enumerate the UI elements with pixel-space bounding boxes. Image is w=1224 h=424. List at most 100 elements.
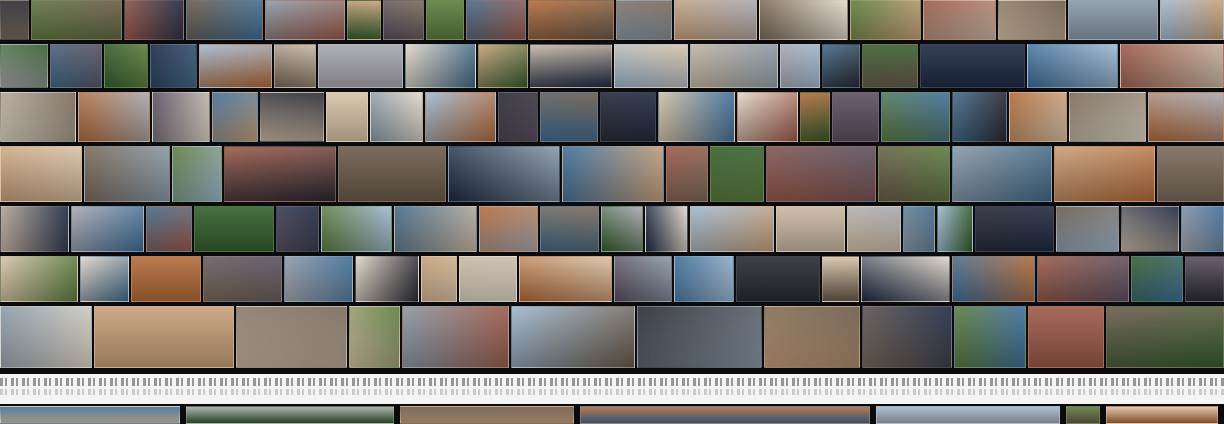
photo-thumbnail: [349, 306, 400, 368]
photo-thumbnail: [186, 0, 263, 40]
photo-thumbnail: [1068, 0, 1158, 40]
photo-thumbnail: [194, 206, 274, 252]
photo-thumbnail: [528, 0, 614, 40]
photo-thumbnail: [355, 256, 419, 302]
image-mosaic: [0, 0, 1224, 424]
photo-thumbnail: [780, 44, 820, 88]
photo-thumbnail: [954, 306, 1026, 368]
photo-thumbnail: [540, 206, 599, 252]
photo-thumbnail: [519, 256, 612, 302]
photo-thumbnail: [876, 406, 1060, 424]
photo-thumbnail: [94, 306, 234, 368]
caption-text-line: [0, 378, 1224, 386]
photo-thumbnail: [937, 206, 973, 252]
photo-thumbnail: [850, 0, 921, 40]
photo-thumbnail: [400, 406, 574, 424]
photo-thumbnail: [78, 92, 150, 142]
photo-thumbnail: [764, 306, 860, 368]
photo-thumbnail: [614, 44, 688, 88]
photo-thumbnail: [402, 306, 509, 368]
photo-thumbnail: [1037, 256, 1129, 302]
photo-thumbnail: [952, 92, 1007, 142]
photo-thumbnail: [479, 206, 538, 252]
photo-thumbnail: [540, 92, 598, 142]
photo-thumbnail: [236, 306, 347, 368]
photo-thumbnail: [1185, 256, 1224, 302]
photo-thumbnail: [152, 92, 210, 142]
photo-thumbnail: [186, 406, 394, 424]
photo-thumbnail: [1157, 146, 1224, 202]
photo-thumbnail: [203, 256, 282, 302]
row-2: [0, 44, 1224, 88]
row-1: [0, 0, 1224, 40]
photo-thumbnail: [1066, 406, 1100, 424]
photo-thumbnail: [1181, 206, 1224, 252]
photo-thumbnail: [776, 206, 845, 252]
photo-thumbnail: [952, 146, 1052, 202]
photo-thumbnail: [1028, 306, 1104, 368]
photo-thumbnail: [759, 0, 848, 40]
photo-thumbnail: [580, 406, 870, 424]
photo-thumbnail: [498, 92, 538, 142]
photo-thumbnail: [265, 0, 345, 40]
photo-thumbnail: [0, 206, 69, 252]
photo-thumbnail: [637, 306, 762, 368]
photo-thumbnail: [690, 44, 778, 88]
photo-thumbnail: [952, 256, 1035, 302]
photo-thumbnail: [370, 92, 423, 142]
photo-thumbnail: [150, 44, 197, 88]
photo-thumbnail: [0, 0, 29, 40]
photo-thumbnail: [614, 256, 672, 302]
photo-thumbnail: [0, 146, 82, 202]
photo-thumbnail: [318, 44, 403, 88]
photo-thumbnail: [274, 44, 316, 88]
photo-thumbnail: [878, 146, 950, 202]
photo-thumbnail: [1148, 92, 1224, 142]
photo-thumbnail: [601, 206, 643, 252]
row-4: [0, 146, 1224, 202]
photo-thumbnail: [31, 0, 122, 40]
photo-thumbnail: [562, 146, 664, 202]
photo-thumbnail: [276, 206, 319, 252]
photo-thumbnail: [80, 256, 129, 302]
photo-thumbnail: [710, 146, 764, 202]
photo-thumbnail: [131, 256, 201, 302]
photo-thumbnail: [383, 0, 424, 40]
photo-thumbnail: [0, 44, 48, 88]
photo-thumbnail: [0, 306, 92, 368]
photo-thumbnail: [645, 206, 688, 252]
photo-thumbnail: [405, 44, 476, 88]
photo-thumbnail: [0, 256, 78, 302]
photo-thumbnail: [284, 256, 353, 302]
photo-thumbnail: [1131, 256, 1183, 302]
caption-strip: [0, 374, 1224, 404]
photo-thumbnail: [737, 92, 798, 142]
row-7: [0, 306, 1224, 368]
photo-thumbnail: [800, 92, 830, 142]
photo-thumbnail: [736, 256, 820, 302]
photo-thumbnail: [338, 146, 446, 202]
photo-thumbnail: [1120, 44, 1224, 88]
photo-thumbnail: [923, 0, 996, 40]
photo-thumbnail: [822, 44, 860, 88]
photo-thumbnail: [425, 92, 496, 142]
bottom-thumbnail-row: [0, 406, 1224, 424]
photo-thumbnail: [260, 92, 324, 142]
photo-thumbnail: [1106, 306, 1224, 368]
photo-thumbnail: [690, 206, 774, 252]
photo-thumbnail: [478, 44, 528, 88]
photo-thumbnail: [674, 0, 757, 40]
photo-thumbnail: [1054, 146, 1155, 202]
photo-thumbnail: [172, 146, 222, 202]
photo-thumbnail: [666, 146, 708, 202]
caption-text-line: [0, 389, 1224, 395]
photo-thumbnail: [822, 256, 859, 302]
photo-thumbnail: [1160, 0, 1224, 40]
photo-thumbnail: [766, 146, 876, 202]
photo-thumbnail: [1106, 406, 1218, 424]
photo-thumbnail: [861, 256, 950, 302]
photo-thumbnail: [84, 146, 170, 202]
photo-thumbnail: [511, 306, 635, 368]
photo-thumbnail: [71, 206, 144, 252]
photo-thumbnail: [224, 146, 336, 202]
